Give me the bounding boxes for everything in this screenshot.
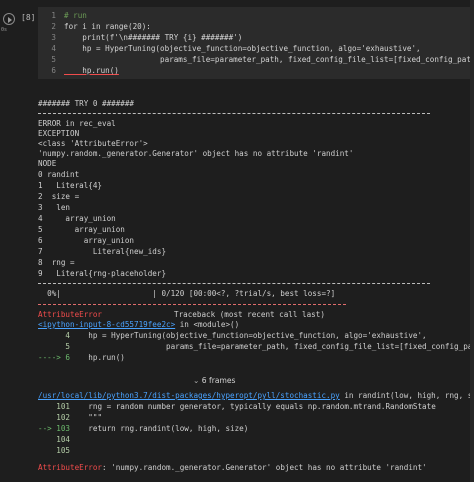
output-line: 'numpy.random._generator.Generator' obje… bbox=[38, 149, 354, 158]
output-line: 3 len bbox=[38, 203, 71, 212]
output-line: 2 size = bbox=[38, 192, 80, 201]
output-line: 4 array_union bbox=[38, 214, 116, 223]
try-line: ####### TRY 0 ####### bbox=[38, 99, 135, 108]
output-line: EXCEPTION bbox=[38, 129, 80, 138]
output-line: 9 Literal{rng-placeholder} bbox=[38, 269, 167, 278]
separator-bottom bbox=[38, 283, 430, 284]
output-line: ERROR in rec_eval bbox=[38, 119, 116, 128]
traceback-frame2-line: 104 bbox=[38, 435, 71, 444]
final-error-message: : 'numpy.random._generator.Generator' ob… bbox=[102, 463, 427, 472]
traceback-frame2-line: 105 bbox=[38, 446, 71, 455]
traceback-frame2-line: 101 rng = random number generator, typic… bbox=[38, 402, 436, 411]
traceback-separator bbox=[38, 304, 346, 305]
code-line-6: 6 hp.run() bbox=[51, 66, 119, 75]
separator-top bbox=[38, 113, 430, 114]
traceback-frame1-line: 5 params_file=parameter_path, fixed_conf… bbox=[38, 342, 474, 351]
code-line-4: 4 hp = HyperTuning(objective_function=ob… bbox=[51, 44, 421, 53]
output-line: 0 randint bbox=[38, 170, 80, 179]
traceback-input-line: <ipython-input-8-cd55719fee2c> in <modul… bbox=[38, 320, 240, 329]
cell-gutter: [8] 0s bbox=[0, 0, 38, 80]
error-type: AttributeError bbox=[38, 310, 103, 319]
chevron-down-icon: ⌄ bbox=[193, 376, 202, 385]
traceback-header: AttributeError Traceback (most recent cal… bbox=[38, 310, 325, 320]
traceback-frame2-current: --> 103 return rng.randint(low, high, si… bbox=[38, 424, 249, 433]
traceback-title: Traceback (most recent call last) bbox=[174, 310, 325, 319]
final-error-type: AttributeError bbox=[38, 463, 103, 472]
output-line: 5 array_union bbox=[38, 225, 125, 234]
output-line: NODE bbox=[38, 159, 57, 168]
progress-bar-text: 0%| | 0/120 [00:00<?, ?trial/s, best los… bbox=[38, 289, 336, 298]
traceback-frame1-current: ----> 6 hp.run() bbox=[38, 353, 125, 362]
frames-toggle[interactable]: ⌄ 6 frames bbox=[193, 375, 236, 387]
code-cell-editor[interactable]: 1 # run 2 for i in range(20): 3 print(f'\n… bbox=[38, 7, 474, 79]
run-cell-icon[interactable] bbox=[3, 13, 15, 25]
output-line: 1 Literal{4} bbox=[38, 181, 103, 190]
output-line: 6 array_union bbox=[38, 236, 135, 245]
execution-time: 0s bbox=[1, 27, 8, 33]
code-line-2: 2 for i in range(20): bbox=[51, 22, 151, 31]
traceback-frame1-line: 4 hp = HyperTuning(objective_function=ob… bbox=[38, 331, 427, 340]
ipython-input-link[interactable]: <ipython-input-8-cd55719fee2c> bbox=[38, 320, 175, 329]
output-line: 7 Literal{new_ids} bbox=[38, 247, 167, 256]
output-line: <class 'AttributeError'> bbox=[38, 139, 148, 148]
traceback-lib-line: /usr/local/lib/python3.7/dist-packages/h… bbox=[38, 391, 474, 400]
code-line-3: 3 print(f'\n####### TRY {i} #######') bbox=[51, 33, 243, 42]
traceback-frame2-line: 102 """ bbox=[38, 413, 103, 422]
stochastic-py-link[interactable]: /usr/local/lib/python3.7/dist-packages/h… bbox=[38, 391, 340, 400]
output-line: 8 rng = bbox=[38, 258, 75, 267]
final-error-line: AttributeError: 'numpy.random._generator… bbox=[38, 463, 427, 473]
code-line-5: 5 params_file=parameter_path, fixed_conf… bbox=[51, 55, 474, 64]
code-line-1: 1 # run bbox=[51, 11, 87, 20]
execution-count: [8] bbox=[21, 13, 36, 22]
scrollbar[interactable] bbox=[470, 0, 474, 482]
